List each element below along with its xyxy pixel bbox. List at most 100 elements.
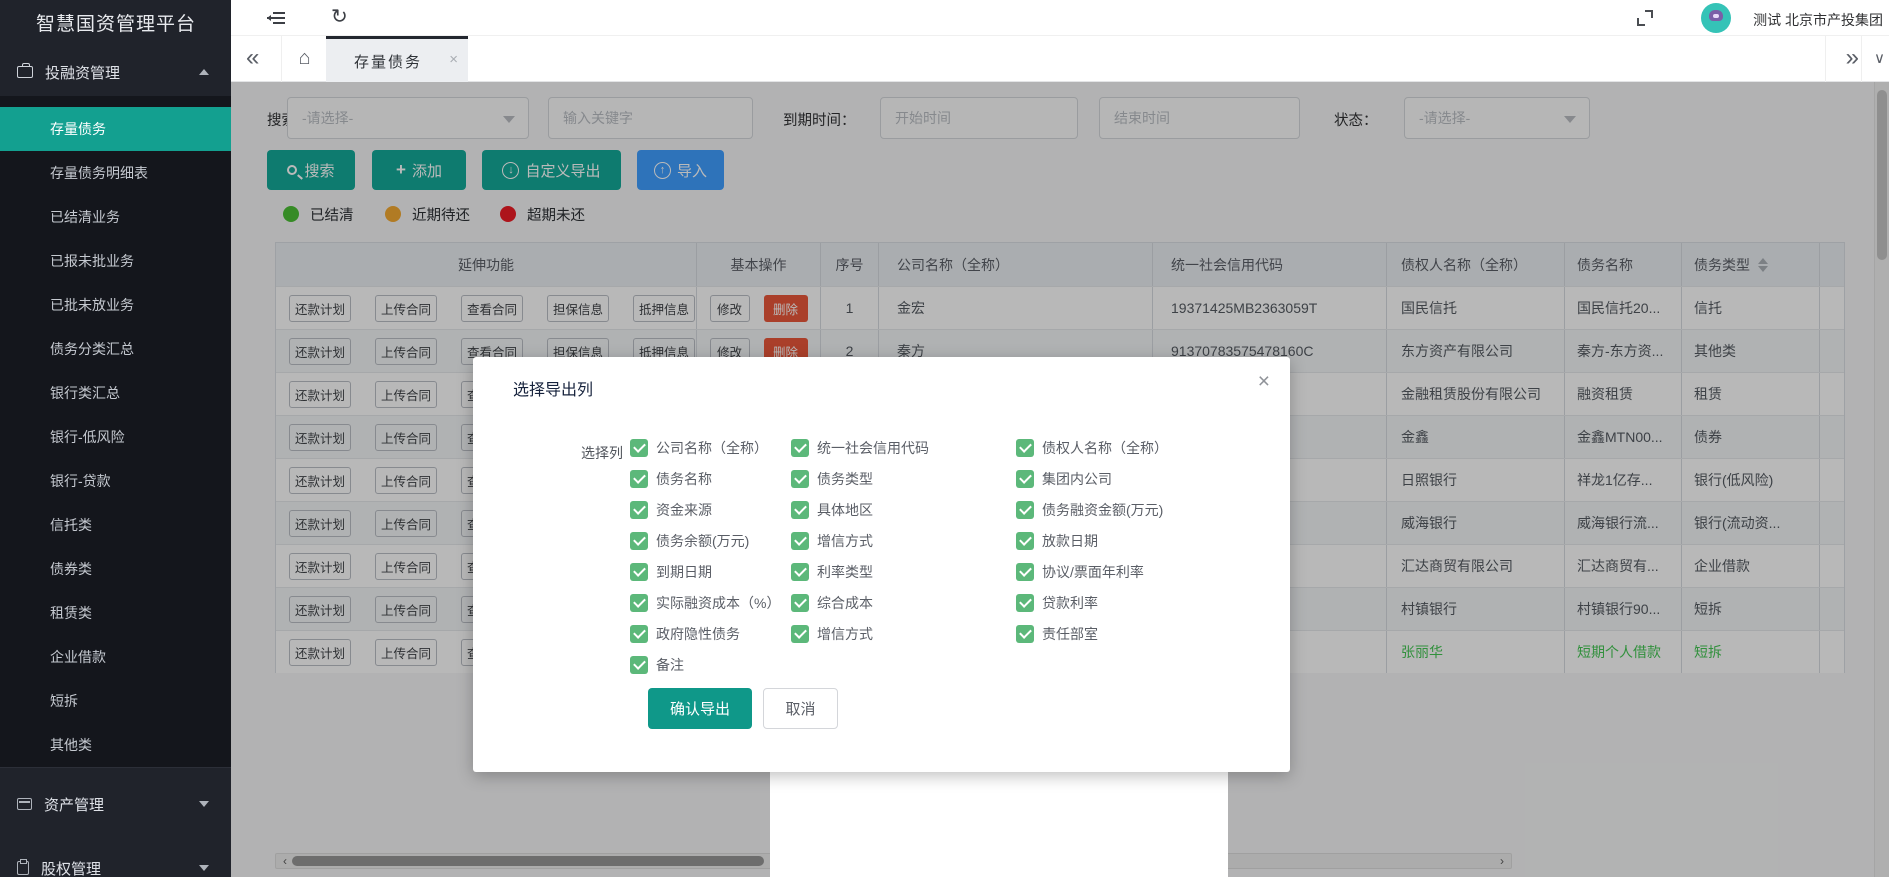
export-column-checkbox[interactable]: 综合成本: [791, 594, 1016, 612]
export-column-checkbox[interactable]: 集团内公司: [1016, 470, 1260, 488]
checkbox-label: 公司名称（全称）: [656, 438, 768, 458]
tab-stock-debt[interactable]: 存量债务 ×: [326, 36, 468, 82]
checkbox-checked-icon[interactable]: [1016, 470, 1034, 488]
sidebar-item[interactable]: 银行-贷款: [0, 459, 231, 503]
export-column-checkbox[interactable]: 放款日期: [1016, 532, 1260, 550]
export-column-checkbox[interactable]: 到期日期: [630, 563, 791, 581]
checkbox-checked-icon[interactable]: [630, 656, 648, 674]
checkbox-label: 资金来源: [656, 500, 712, 520]
tabbar: « ⌂ 存量债务 × » ∨: [231, 36, 1889, 82]
checkbox-checked-icon[interactable]: [1016, 563, 1034, 581]
checkbox-checked-icon[interactable]: [791, 594, 809, 612]
window-icon: [17, 798, 32, 810]
checkbox-checked-icon[interactable]: [791, 501, 809, 519]
checkbox-checked-icon[interactable]: [1016, 439, 1034, 457]
checkbox-label: 到期日期: [656, 562, 712, 582]
clipboard-icon: [17, 861, 29, 875]
export-columns-grid: 公司名称（全称） 统一社会信用代码 债权人名称（全称） 债务名称 债务类型 集团…: [630, 439, 1260, 674]
checkbox-checked-icon[interactable]: [630, 501, 648, 519]
export-column-checkbox[interactable]: 政府隐性债务: [630, 625, 791, 643]
export-column-checkbox[interactable]: 实际融资成本（%）: [630, 594, 791, 612]
checkbox-label: 集团内公司: [1042, 469, 1112, 489]
sidebar-group-investment-financing[interactable]: 投融资管理: [0, 48, 231, 96]
checkbox-checked-icon[interactable]: [1016, 594, 1034, 612]
tabs-scroll-right-icon[interactable]: »: [1846, 44, 1859, 72]
checkbox-checked-icon[interactable]: [630, 439, 648, 457]
modal-underlay-panel: [770, 772, 1228, 877]
sidebar-group-asset-management[interactable]: 资产管理: [0, 768, 231, 840]
export-column-checkbox[interactable]: 公司名称（全称）: [630, 439, 791, 457]
sidebar-group-label: 股权管理: [41, 858, 101, 877]
sidebar-item[interactable]: 债券类: [0, 547, 231, 591]
checkbox-checked-icon[interactable]: [630, 625, 648, 643]
checkbox-label: 债务余额(万元): [656, 531, 749, 551]
export-column-checkbox[interactable]: 备注: [630, 656, 791, 674]
checkbox-checked-icon[interactable]: [791, 563, 809, 581]
sidebar-item[interactable]: 债务分类汇总: [0, 327, 231, 371]
collapse-menu-icon[interactable]: [267, 11, 285, 25]
checkbox-checked-icon[interactable]: [630, 594, 648, 612]
checkbox-checked-icon[interactable]: [1016, 625, 1034, 643]
checkbox-checked-icon[interactable]: [1016, 532, 1034, 550]
checkbox-label: 具体地区: [817, 500, 873, 520]
sidebar-item[interactable]: 已结清业务: [0, 195, 231, 239]
close-icon[interactable]: ×: [1258, 371, 1270, 392]
checkbox-label: 增信方式: [817, 624, 873, 644]
export-column-checkbox[interactable]: 增信方式: [791, 625, 1016, 643]
sidebar-group-label: 投融资管理: [45, 62, 120, 83]
sidebar-item[interactable]: 银行-低风险: [0, 415, 231, 459]
export-column-checkbox[interactable]: 协议/票面年利率: [1016, 563, 1260, 581]
checkbox-label: 责任部室: [1042, 624, 1098, 644]
checkbox-checked-icon[interactable]: [630, 532, 648, 550]
checkbox-label: 贷款利率: [1042, 593, 1098, 613]
checkbox-checked-icon[interactable]: [1016, 501, 1034, 519]
checkbox-checked-icon[interactable]: [791, 470, 809, 488]
export-column-checkbox[interactable]: 债权人名称（全称）: [1016, 439, 1260, 457]
chevron-down-icon: [199, 865, 209, 871]
sidebar-group-equity-management[interactable]: 股权管理: [0, 840, 231, 877]
checkbox-checked-icon[interactable]: [630, 563, 648, 581]
checkbox-checked-icon[interactable]: [791, 625, 809, 643]
checkbox-label: 统一社会信用代码: [817, 438, 929, 458]
avatar[interactable]: [1701, 3, 1731, 33]
fullscreen-icon[interactable]: [1637, 10, 1653, 26]
sidebar-item[interactable]: 存量债务明细表: [0, 151, 231, 195]
export-column-checkbox[interactable]: 债务融资金额(万元): [1016, 501, 1260, 519]
export-column-checkbox[interactable]: 增信方式: [791, 532, 1016, 550]
checkbox-label: 政府隐性债务: [656, 624, 740, 644]
sidebar-item[interactable]: 已批未放业务: [0, 283, 231, 327]
export-column-checkbox[interactable]: 统一社会信用代码: [791, 439, 1016, 457]
sidebar-item[interactable]: 信托类: [0, 503, 231, 547]
export-column-checkbox[interactable]: 责任部室: [1016, 625, 1260, 643]
divider: [1825, 36, 1826, 82]
sidebar-bottom-groups: 资产管理 股权管理: [0, 768, 231, 877]
confirm-export-button[interactable]: 确认导出: [648, 688, 752, 729]
home-tab-icon[interactable]: ⌂: [283, 36, 327, 82]
tabs-dropdown-icon[interactable]: ∨: [1874, 49, 1885, 67]
export-column-checkbox[interactable]: 资金来源: [630, 501, 791, 519]
export-column-checkbox[interactable]: 具体地区: [791, 501, 1016, 519]
export-column-checkbox[interactable]: 债务类型: [791, 470, 1016, 488]
tab-close-icon[interactable]: ×: [449, 51, 458, 68]
export-column-checkbox[interactable]: 利率类型: [791, 563, 1016, 581]
checkbox-checked-icon[interactable]: [791, 532, 809, 550]
export-column-checkbox[interactable]: 债务余额(万元): [630, 532, 791, 550]
current-user-label: 测试 北京市产投集团: [1753, 10, 1883, 30]
sidebar-item[interactable]: 银行类汇总: [0, 371, 231, 415]
export-column-checkbox[interactable]: 债务名称: [630, 470, 791, 488]
refresh-icon[interactable]: ↻: [331, 4, 348, 29]
checkbox-label: 债务融资金额(万元): [1042, 500, 1163, 520]
sidebar-item[interactable]: 租赁类: [0, 591, 231, 635]
sidebar-item[interactable]: 存量债务: [0, 107, 231, 151]
checkbox-label: 协议/票面年利率: [1042, 562, 1144, 582]
checkbox-checked-icon[interactable]: [791, 439, 809, 457]
checkbox-checked-icon[interactable]: [630, 470, 648, 488]
export-column-checkbox[interactable]: 贷款利率: [1016, 594, 1260, 612]
chevron-down-icon: [199, 801, 209, 807]
sidebar-item[interactable]: 其他类: [0, 723, 231, 767]
sidebar-item[interactable]: 企业借款: [0, 635, 231, 679]
sidebar-item[interactable]: 短拆: [0, 679, 231, 723]
cancel-button[interactable]: 取消: [763, 688, 838, 729]
sidebar-item[interactable]: 已报未批业务: [0, 239, 231, 283]
tabs-scroll-left-icon[interactable]: «: [246, 44, 259, 72]
